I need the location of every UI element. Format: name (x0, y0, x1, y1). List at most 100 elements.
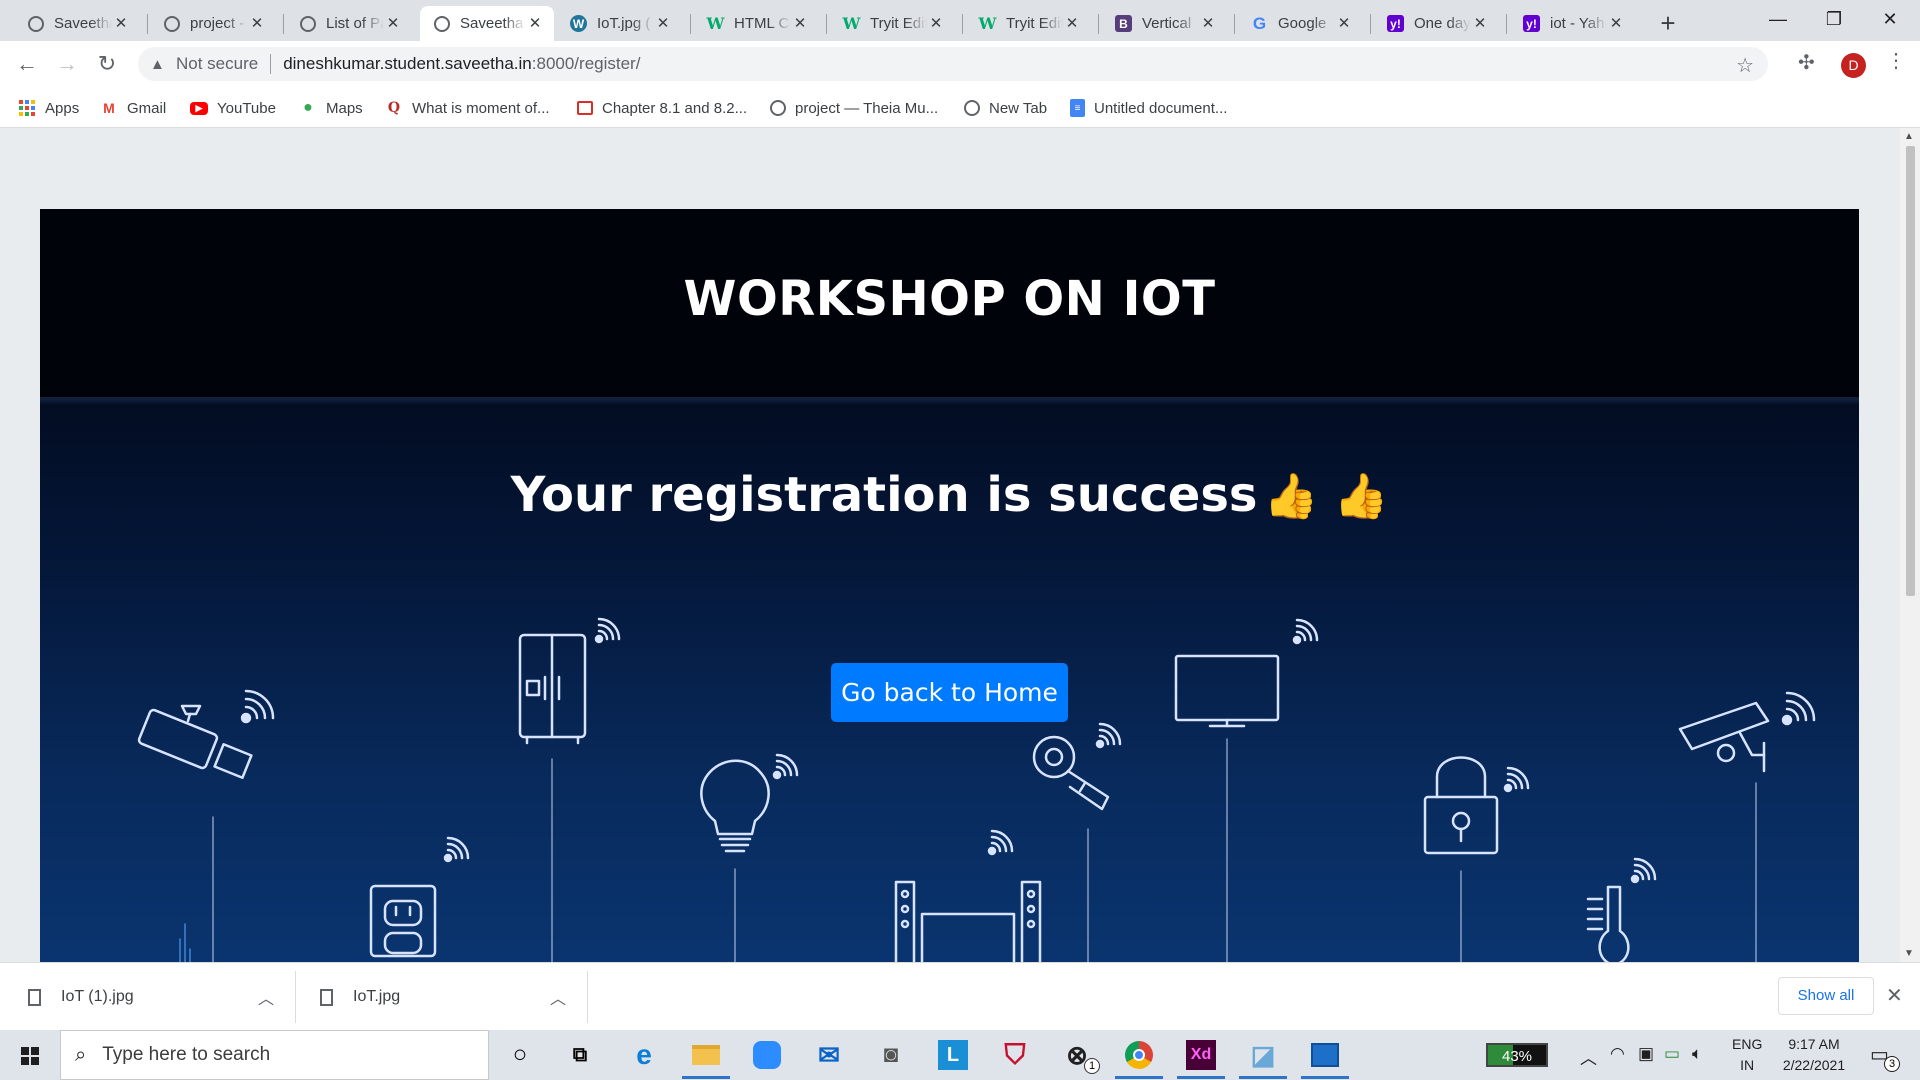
system-clock[interactable]: 9:17 AM 2/22/2021 (1778, 1034, 1850, 1076)
close-icon[interactable]: ✕ (1199, 15, 1217, 33)
docs-icon: ≡ (1070, 99, 1085, 117)
bookmark-apps[interactable]: Apps (18, 94, 79, 122)
chevron-up-icon[interactable]: ︿ (258, 985, 274, 1009)
edge-icon[interactable]: e (626, 1037, 662, 1073)
bookmark-untitled-doc[interactable]: ≡ Untitled document... (1070, 94, 1227, 122)
active-app-indicator (1177, 1076, 1225, 1079)
file-explorer-icon[interactable] (688, 1037, 724, 1073)
globe-icon (434, 15, 450, 32)
globe-icon (770, 100, 786, 116)
file-icon (320, 988, 333, 1006)
w3schools-icon: W (842, 14, 861, 33)
mcafee-icon[interactable]: ⛉ (997, 1037, 1033, 1073)
tab-list-of-pa[interactable]: List of Pa ✕ (286, 6, 412, 41)
puzzle-extensions-icon[interactable]: ✣ (1798, 50, 1815, 75)
tab-iot-jpg[interactable]: W IoT.jpg ( ✕ (556, 6, 682, 41)
clock-date: 2/22/2021 (1782, 1057, 1846, 1073)
go-back-home-button[interactable]: Go back to Home (831, 663, 1068, 722)
l-app-icon[interactable]: L (935, 1037, 971, 1073)
device-icon[interactable]: ▣ (1638, 1044, 1654, 1064)
new-tab-button[interactable]: + (1652, 8, 1684, 40)
close-icon[interactable]: ✕ (654, 15, 672, 33)
tab-saveetha-active[interactable]: Saveetha ✕ (420, 6, 554, 41)
cortana-icon[interactable]: ○ (502, 1037, 538, 1073)
battery-status-icon[interactable]: ▭ (1664, 1044, 1680, 1064)
tab-saveetha-1[interactable]: Saveetha ✕ (14, 6, 140, 41)
tab-tryit-2[interactable]: W Tryit Edit ✕ (965, 6, 1091, 41)
tab-google[interactable]: G Google ✕ (1237, 6, 1363, 41)
close-icon[interactable]: ✕ (1607, 15, 1625, 33)
close-icon[interactable]: ✕ (791, 15, 809, 33)
url-host[interactable]: dineshkumar.student.saveetha.in (283, 54, 532, 74)
adobe-xd-icon[interactable]: Xd (1183, 1037, 1219, 1073)
mail-icon[interactable]: ✉ (811, 1037, 847, 1073)
close-icon[interactable]: ✕ (1471, 15, 1489, 33)
chevron-up-icon[interactable]: ︿ (550, 985, 566, 1009)
battery-indicator[interactable]: 43% (1486, 1043, 1548, 1067)
close-icon[interactable]: ✕ (384, 15, 402, 33)
bootstrap-icon: B (1115, 15, 1132, 32)
tab-tryit-1[interactable]: W Tryit Edit ✕ (829, 6, 955, 41)
close-icon[interactable]: ✕ (1335, 15, 1353, 33)
close-window-button[interactable]: ✕ (1862, 0, 1918, 38)
star-bookmark-icon[interactable]: ☆ (1736, 53, 1754, 78)
task-view-icon[interactable]: ⧉ (562, 1037, 598, 1073)
tab-title: IoT.jpg ( (597, 15, 654, 32)
search-placeholder: Type here to search (102, 1044, 271, 1065)
kebab-menu-icon[interactable]: ⋮ (1886, 48, 1906, 73)
bookmark-gmail[interactable]: M Gmail (100, 94, 166, 122)
close-icon[interactable]: ✕ (526, 15, 544, 33)
close-icon[interactable]: ✕ (1063, 15, 1081, 33)
close-icon[interactable]: ✕ (248, 15, 266, 33)
close-icon[interactable]: ✕ (112, 15, 130, 33)
url-path[interactable]: :8000/register/ (532, 54, 641, 74)
windows-start-button[interactable] (0, 1030, 60, 1080)
scroll-thumb[interactable] (1906, 146, 1915, 596)
wifi-icon[interactable]: ◠ (1610, 1044, 1625, 1064)
battery-label: 43% (1501, 1048, 1533, 1065)
security-label[interactable]: Not secure (176, 54, 258, 74)
padlock-icon (1423, 756, 1499, 855)
success-message: Your registration is success 👍 👍 (40, 467, 1859, 523)
chrome-icon[interactable] (1121, 1037, 1157, 1073)
bookmark-chapter[interactable]: Chapter 8.1 and 8.2... (577, 94, 747, 122)
camera-icon[interactable]: ◙ (873, 1037, 909, 1073)
tab-vertical[interactable]: B Vertical ✕ (1101, 6, 1227, 41)
clock-time: 9:17 AM (1788, 1036, 1840, 1052)
close-icon[interactable]: ✕ (927, 15, 945, 33)
tab-html-ch[interactable]: W HTML Ch ✕ (693, 6, 819, 41)
taskbar-search-box[interactable]: ⌕ Type here to search (60, 1030, 489, 1080)
language-indicator[interactable]: ENG IN (1732, 1034, 1762, 1076)
bookmark-label: Untitled document... (1094, 99, 1228, 117)
bookmark-maps[interactable]: ● Maps (299, 94, 363, 122)
back-arrow-icon[interactable]: ← (12, 49, 42, 79)
region-code: IN (1740, 1057, 1755, 1073)
bookmark-quora[interactable]: Q What is moment of... (385, 94, 550, 122)
photos-icon[interactable] (1307, 1037, 1343, 1073)
tab-one-day[interactable]: y! One day ✕ (1373, 6, 1499, 41)
download-item[interactable]: IoT.jpg (320, 963, 400, 1031)
page-scrollbar[interactable]: ▲ ▼ (1900, 128, 1920, 962)
chevron-up-icon[interactable]: ︿ (1580, 1044, 1597, 1069)
avatar[interactable]: D (1841, 53, 1866, 78)
bookmark-theia[interactable]: project — Theia Mu... (770, 94, 938, 122)
notes-app-icon[interactable]: ◪ (1245, 1037, 1281, 1073)
bookmark-new-tab[interactable]: New Tab (964, 94, 1047, 122)
address-bar[interactable]: ▲ Not secure dineshkumar.student.saveeth… (138, 47, 1768, 81)
restore-button[interactable]: ❐ (1806, 0, 1862, 38)
download-item[interactable]: IoT (1).jpg (28, 963, 134, 1031)
close-icon[interactable]: ✕ (1886, 983, 1903, 1008)
bookmark-youtube[interactable]: ▶ YouTube (190, 94, 276, 122)
scroll-down-arrow-icon[interactable]: ▼ (1904, 948, 1914, 959)
tab-iot-yahoo[interactable]: y! iot - Yah ✕ (1509, 6, 1635, 41)
warning-triangle-icon[interactable]: ▲ (150, 56, 168, 73)
forward-arrow-icon[interactable]: → (52, 49, 82, 79)
zoom-icon[interactable] (749, 1037, 785, 1073)
reload-icon[interactable]: ↻ (92, 49, 122, 79)
page-title: WORKSHOP ON IOT (683, 271, 1216, 327)
minimize-button[interactable]: — (1750, 0, 1806, 38)
tab-project[interactable]: project - ✕ (150, 6, 276, 41)
speaker-icon[interactable]: 🔈︎ (1692, 1044, 1702, 1064)
scroll-up-arrow-icon[interactable]: ▲ (1904, 131, 1914, 142)
show-all-button[interactable]: Show all (1778, 977, 1874, 1015)
